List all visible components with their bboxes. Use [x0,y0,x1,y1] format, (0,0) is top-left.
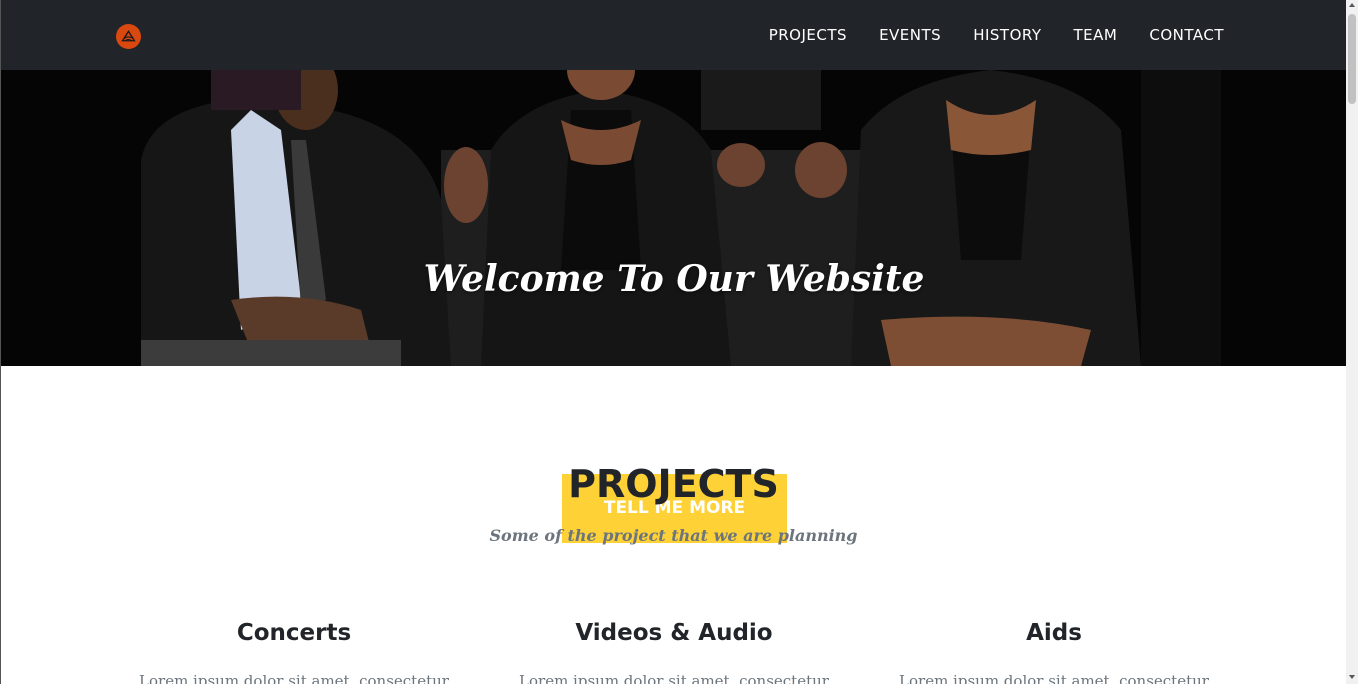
scroll-down-arrow-icon[interactable] [1349,675,1355,679]
scroll-up-arrow-icon[interactable] [1349,3,1355,7]
projects-subheading: Some of the project that we are planning [489,526,858,545]
logo-mark-icon [121,30,136,42]
church-logo-icon[interactable] [116,24,141,49]
projects-heading: PROJECTS [568,462,779,506]
service-text: Lorem ipsum dolor sit amet, consectetur [899,672,1209,684]
services-row: Concerts Lorem ipsum dolor sit amet, con… [104,620,1244,684]
navbar: PROJECTS EVENTS HISTORY TEAM CONTACT [1,0,1346,70]
main-nav: PROJECTS EVENTS HISTORY TEAM CONTACT [753,0,1224,70]
service-text: Lorem ipsum dolor sit amet, consectetur [519,672,829,684]
service-title: Aids [1026,620,1082,646]
service-title: Videos & Audio [575,620,773,646]
service-text: Lorem ipsum dolor sit amet, consectetur [139,672,449,684]
service-aids: Aids Lorem ipsum dolor sit amet, consect… [864,620,1244,684]
service-title: Concerts [236,620,352,646]
hero: Welcome To Our Website [1,70,1346,366]
page-scrollbar[interactable] [1346,0,1358,684]
hero-title: Welcome To Our Website [423,258,925,300]
nav-item-projects[interactable]: PROJECTS [753,26,863,44]
scrollbar-thumb[interactable] [1348,14,1356,104]
nav-item-team[interactable]: TEAM [1058,26,1134,44]
hero-group-photo [1,70,1346,366]
nav-item-history[interactable]: HISTORY [957,26,1057,44]
service-videos-audio: Videos & Audio Lorem ipsum dolor sit ame… [484,620,864,684]
nav-item-events[interactable]: EVENTS [863,26,957,44]
nav-item-contact[interactable]: CONTACT [1133,26,1224,44]
service-concerts: Concerts Lorem ipsum dolor sit amet, con… [104,620,484,684]
page: PROJECTS EVENTS HISTORY TEAM CONTACT Wel… [0,0,1346,684]
